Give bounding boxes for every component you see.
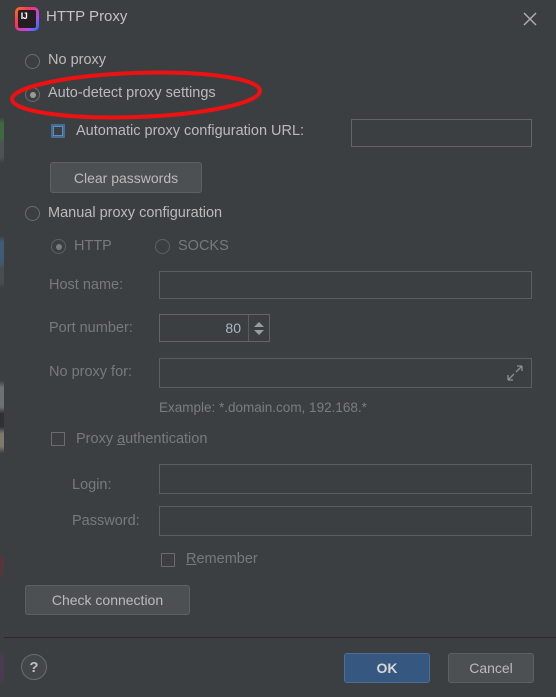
port-number-label: Port number: (49, 320, 133, 336)
login-label: Login: (72, 477, 112, 493)
proxy-authentication-label: Proxy authentication (76, 431, 207, 447)
no-proxy-for-label: No proxy for: (49, 364, 132, 380)
radio-auto-detect-label: Auto-detect proxy settings (48, 85, 216, 101)
checkbox-automatic-proxy-configuration-url[interactable] (51, 124, 65, 138)
logo-text: IJ (20, 11, 28, 21)
host-name-input[interactable] (159, 271, 532, 299)
proxy-auth-label-pre: Proxy (76, 431, 118, 447)
radio-no-proxy[interactable] (25, 54, 40, 69)
radio-auto-detect-proxy-settings[interactable] (25, 87, 40, 102)
remember-label-post: emember (196, 551, 258, 567)
automatic-proxy-config-url-label: Automatic proxy configuration URL: (76, 123, 305, 139)
radio-http-label: HTTP (74, 238, 112, 254)
spinner-up-icon[interactable] (254, 321, 264, 327)
cancel-button[interactable]: Cancel (448, 653, 534, 683)
check-connection-button[interactable]: Check connection (25, 585, 190, 615)
no-proxy-for-input[interactable] (159, 358, 532, 388)
ide-background-strip (0, 38, 4, 697)
intellij-idea-logo-icon: IJ (15, 7, 39, 31)
remember-mnemonic: R (186, 551, 197, 567)
port-number-spinner[interactable]: 80 (159, 314, 270, 342)
port-number-value[interactable]: 80 (160, 315, 248, 341)
radio-socks-label: SOCKS (178, 238, 229, 254)
close-icon[interactable] (519, 8, 541, 30)
proxy-auth-label-post: uthentication (125, 431, 208, 447)
password-label: Password: (72, 513, 140, 529)
checkbox-remember[interactable] (161, 553, 175, 567)
port-number-spinner-arrows[interactable] (248, 315, 269, 341)
expand-diagonal-icon[interactable] (506, 364, 524, 385)
radio-no-proxy-label: No proxy (48, 52, 107, 68)
remember-label: Remember (186, 551, 258, 567)
http-proxy-dialog: IJ HTTP Proxy No proxy Auto-detect proxy… (0, 0, 556, 697)
host-name-label: Host name: (49, 277, 124, 293)
checkbox-proxy-authentication[interactable] (51, 432, 65, 446)
radio-manual-proxy-configuration[interactable] (25, 206, 40, 221)
no-proxy-example-text: Example: *.domain.com, 192.168.* (159, 400, 367, 415)
clear-passwords-button[interactable]: Clear passwords (50, 162, 202, 193)
login-input[interactable] (159, 464, 532, 494)
radio-http[interactable] (51, 239, 66, 254)
window-title: HTTP Proxy (46, 8, 128, 25)
title-bar: IJ HTTP Proxy (0, 0, 556, 38)
spinner-down-icon[interactable] (254, 329, 264, 335)
proxy-auth-mnemonic: a (117, 431, 126, 447)
automatic-proxy-config-url-input[interactable] (351, 119, 532, 147)
ok-button[interactable]: OK (344, 653, 430, 683)
radio-manual-proxy-label: Manual proxy configuration (48, 205, 223, 221)
help-question-icon[interactable]: ? (21, 654, 47, 680)
radio-socks[interactable] (155, 239, 170, 254)
password-input[interactable] (159, 506, 532, 536)
